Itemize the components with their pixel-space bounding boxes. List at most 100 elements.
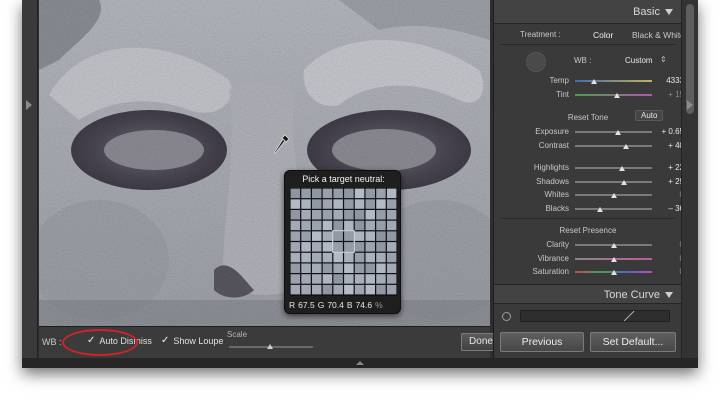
set-default-button[interactable]: Set Default... [590,332,676,352]
highlights-slider[interactable] [575,167,652,169]
lightroom-window: Pick a target neutral: R 67.5 G 70.4 B 7… [22,0,698,368]
vibrance-value[interactable]: 0 [652,254,684,263]
previous-button[interactable]: Previous [500,332,584,352]
loupe-pixel [386,263,397,273]
loupe-pixel [365,252,375,263]
loupe-pixel [344,231,354,241]
statue-photo [39,0,490,326]
blacks-slider[interactable] [575,208,652,210]
shadows-slider-thumb[interactable] [621,180,628,185]
tint-value[interactable]: + 15 [652,90,684,99]
treatment-color-option[interactable]: Color [593,30,613,40]
loupe-pixel [354,231,365,241]
loupe-pixel [333,252,343,263]
shadows-label: Shadows [536,177,569,186]
auto-tone-button[interactable]: Auto [635,110,664,121]
contrast-value[interactable]: + 40 [652,141,684,150]
loupe-pixel [312,210,322,220]
blacks-value[interactable]: – 36 [652,204,684,213]
b-value: 74.6 [355,300,373,310]
scale-slider-thumb[interactable] [267,344,273,349]
loupe-pixel [333,220,343,231]
loupe-pixel [344,274,354,284]
saturation-value[interactable]: 0 [652,267,684,276]
contrast-slider-thumb[interactable] [622,144,629,149]
temp-slider-thumb[interactable] [591,79,598,84]
target-adjust-icon[interactable] [502,312,511,321]
loupe-pixel [354,220,365,231]
loupe-pixel [386,252,397,263]
whites-value[interactable]: 0 [652,190,684,199]
loupe-pixel [386,242,397,252]
photo-canvas[interactable] [39,0,490,326]
right-panel-scrollbar[interactable] [681,0,698,358]
loupe-pixel [354,252,365,263]
expand-bottom-arrow-icon[interactable] [356,361,364,365]
blacks-label: Blacks [545,204,569,213]
tone-curve-header[interactable]: Tone Curve [494,284,682,304]
expand-left-arrow-icon[interactable] [26,100,32,110]
clarity-value[interactable]: 0 [652,240,684,249]
loupe-pixel [365,199,375,209]
loupe-pixel [312,284,322,295]
shadows-value[interactable]: + 29 [652,177,684,186]
loupe-pixel [312,263,322,273]
loupe-pixel [301,263,311,273]
contrast-slider[interactable] [575,145,652,147]
loupe-pixel [301,199,311,209]
loupe-pixel [322,231,333,241]
whites-slider-thumb[interactable] [610,193,617,198]
loupe-pixel [333,210,343,220]
saturation-slider-thumb[interactable] [610,270,617,275]
loupe-pixel [312,252,322,263]
clarity-slider-thumb[interactable] [610,243,617,248]
left-panel-strip[interactable] [22,0,38,368]
loupe-pixel [290,242,301,252]
blacks-slider-thumb[interactable] [596,207,603,212]
triangle-down-icon[interactable] [665,292,673,298]
loupe-pixel [312,274,322,284]
highlight-oval [62,329,138,356]
exposure-slider-thumb[interactable] [615,130,622,135]
tint-label: Tint [555,90,569,99]
loupe-pixel [322,274,333,284]
loupe-pixel [354,263,365,273]
exposure-value[interactable]: + 0.65 [652,127,684,136]
tone-curve-graph[interactable] [520,310,670,322]
reset-presence-label[interactable]: Reset Presence [494,226,682,235]
loupe-pixel [354,274,365,284]
loupe-pixel [344,252,354,263]
triangle-down-icon[interactable] [665,9,673,15]
loupe-pixel [365,274,375,284]
temp-value[interactable]: 4333 [652,76,684,85]
wb-eyedropper-well[interactable] [526,52,546,72]
exposure-slider[interactable] [575,131,652,133]
target-neutral-loupe: Pick a target neutral: R 67.5 G 70.4 B 7… [284,170,401,314]
divider [500,218,676,219]
loupe-pixel [290,199,301,209]
loupe-pixel [322,242,333,252]
loupe-pixel [365,220,375,231]
loupe-pixel [333,274,343,284]
scrollbar-thumb[interactable] [686,4,694,114]
loupe-pixel [301,188,311,199]
highlights-slider-thumb[interactable] [618,166,625,171]
highlights-value[interactable]: + 22 [652,163,684,172]
loupe-pixel [290,220,301,231]
basic-panel-header[interactable]: Basic [494,0,682,24]
g-label: G [317,300,325,310]
wb-dropdown[interactable]: Custom [625,56,653,65]
tint-slider-thumb[interactable] [614,93,621,98]
vibrance-slider-thumb[interactable] [610,257,617,262]
temp-slider[interactable] [575,80,652,82]
expand-right-arrow-icon[interactable] [687,100,693,110]
shadows-slider[interactable] [575,181,652,183]
updown-icon[interactable]: ⇕ [660,55,667,64]
temp-label: Temp [549,76,569,85]
loupe-pixel [365,188,375,199]
loupe-pixel [386,210,397,220]
exposure-label: Exposure [535,127,569,136]
show-loupe-checkbox[interactable]: ✓ Show Loupe [161,336,223,347]
loupe-pixel [376,199,386,209]
treatment-bw-option[interactable]: Black & White [632,30,685,40]
